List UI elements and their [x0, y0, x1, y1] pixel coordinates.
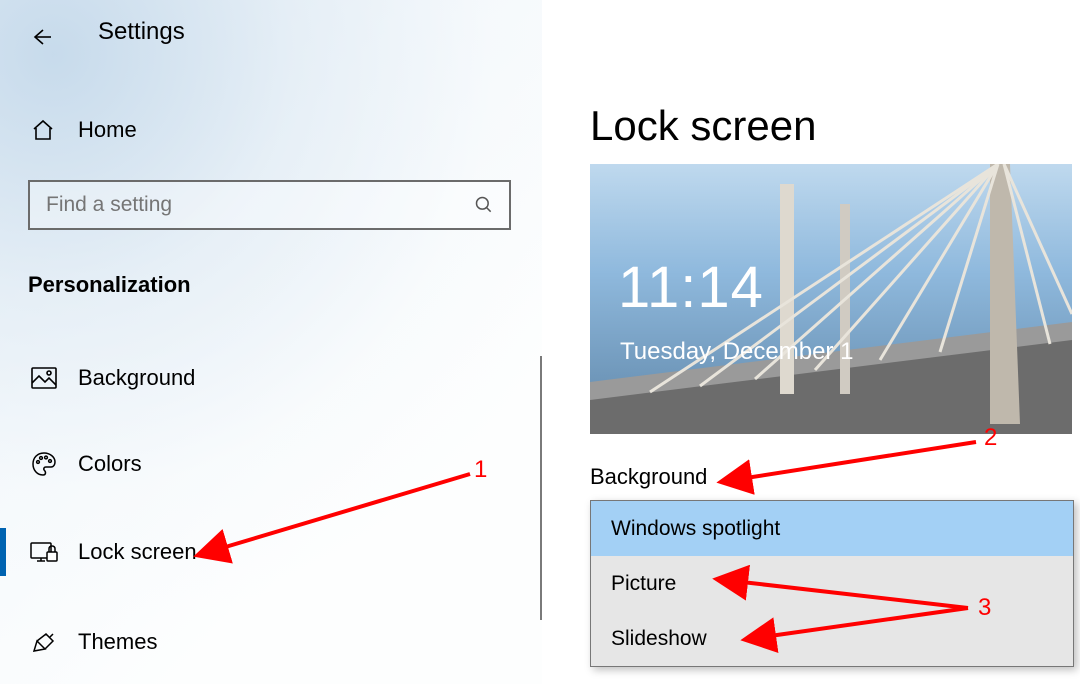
home-icon [28, 118, 58, 142]
preview-date: Tuesday, December 1 [620, 338, 853, 366]
lock-screen-icon [28, 540, 60, 564]
dropdown-option-label: Picture [611, 572, 676, 596]
sidebar-home-label: Home [78, 117, 137, 143]
annotation-number-1: 1 [474, 456, 487, 484]
search-input[interactable] [30, 193, 459, 217]
back-arrow-icon [29, 25, 53, 49]
page-title: Lock screen [590, 102, 816, 150]
settings-sidebar: Settings Home Personalization [0, 0, 542, 684]
search-icon [459, 195, 509, 215]
background-dropdown[interactable]: Windows spotlight Picture Slideshow [590, 500, 1074, 667]
sidebar-item-themes[interactable]: Themes [0, 614, 540, 670]
annotation-number-2: 2 [984, 424, 997, 452]
background-label: Background [590, 464, 707, 490]
dropdown-option-label: Slideshow [611, 627, 707, 651]
sidebar-item-label: Background [78, 365, 195, 391]
dropdown-option-windows-spotlight[interactable]: Windows spotlight [591, 501, 1073, 556]
themes-icon [28, 629, 60, 655]
search-box[interactable] [28, 180, 511, 230]
back-button[interactable] [26, 22, 56, 52]
sidebar-category-header: Personalization [28, 272, 191, 298]
dropdown-option-picture[interactable]: Picture [591, 556, 1073, 611]
preview-time: 11:14 [618, 254, 764, 321]
annotation-number-3: 3 [978, 594, 991, 622]
lock-screen-preview: 11:14 Tuesday, December 1 [590, 164, 1072, 434]
picture-icon [28, 367, 60, 389]
app-title: Settings [98, 18, 185, 46]
sidebar-item-lock-screen[interactable]: Lock screen [0, 524, 540, 580]
sidebar-item-label: Lock screen [78, 539, 197, 565]
sidebar-item-colors[interactable]: Colors [0, 436, 540, 492]
sidebar-item-background[interactable]: Background [0, 350, 540, 406]
dropdown-option-label: Windows spotlight [611, 517, 780, 541]
sidebar-item-label: Colors [78, 451, 142, 477]
sidebar-item-home[interactable]: Home [28, 108, 508, 152]
palette-icon [28, 451, 60, 477]
sidebar-item-label: Themes [78, 629, 157, 655]
main-content: Lock screen [542, 0, 1080, 684]
dropdown-option-slideshow[interactable]: Slideshow [591, 611, 1073, 666]
